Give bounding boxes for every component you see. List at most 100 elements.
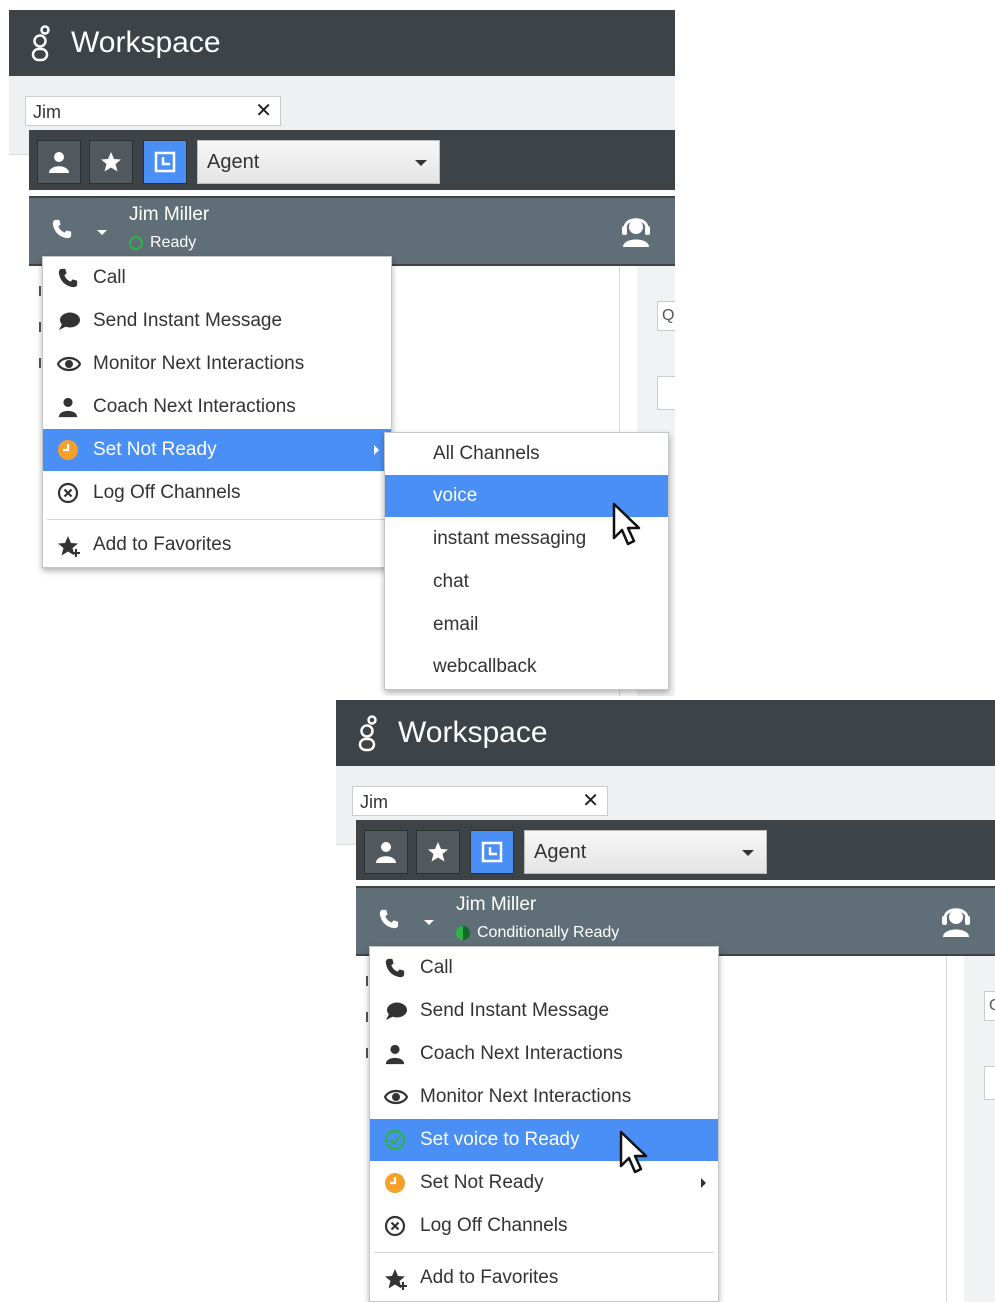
search-tab-text: Jim [33,102,61,122]
menu-item-log-off-channels[interactable]: Log Off Channels [43,472,391,514]
workspace-window-2: Workspace Jim ✕ Agent Jim Miller Conditi… [336,700,995,1302]
list-marker [366,1012,368,1022]
right-search-input[interactable]: Q [657,301,675,331]
menu-item-label: Coach Next Interactions [420,1043,623,1064]
eye-icon [384,1089,408,1105]
menu-item-label: Log Off Channels [420,1215,568,1236]
clock-orange-icon [385,1173,405,1193]
menu-item-set-not-ready[interactable]: Set Not Ready [43,429,391,471]
contact-status: Conditionally Ready [456,924,619,942]
mouse-cursor-icon [612,502,641,546]
menu-item-label: Add to Favorites [420,1267,559,1288]
star-icon [101,152,121,172]
menu-item-log-off-channels[interactable]: Log Off Channels [370,1205,718,1247]
recent-button[interactable] [143,140,187,184]
menu-item-monitor-next-interactions[interactable]: Monitor Next Interactions [370,1076,718,1118]
menu-item-label: Log Off Channels [93,482,241,503]
clock-orange-icon [58,440,78,460]
submenu-item-webcallback[interactable]: webcallback [385,646,668,688]
submenu-item-all-channels[interactable]: All Channels [385,433,668,475]
app-titlebar: Workspace [336,700,995,766]
eye-icon [57,356,81,372]
menu-item-add-to-favorites[interactable]: Add to Favorites [43,524,391,566]
genesys-logo-icon [358,715,377,752]
submenu-item-label: All Channels [433,443,540,464]
person-icon [58,397,78,418]
conditionally-ready-status-icon [456,926,470,940]
menu-item-label: Set voice to Ready [420,1129,580,1150]
phone-icon[interactable] [51,218,73,240]
star-plus-icon [385,1269,407,1290]
app-titlebar: Workspace [9,10,675,76]
menu-separator [47,519,387,520]
menu-item-coach-next-interactions[interactable]: Coach Next Interactions [43,386,391,428]
list-marker [39,286,41,296]
menu-item-label: Call [420,957,453,978]
close-icon[interactable]: ✕ [582,790,599,812]
menu-item-add-to-favorites[interactable]: Add to Favorites [370,1257,718,1299]
menu-item-label: Send Instant Message [420,1000,610,1021]
submenu-item-label: chat [433,571,469,592]
chevron-down-icon[interactable] [97,230,107,235]
chevron-right-icon [374,445,379,455]
app-title: Workspace [71,26,221,59]
menu-item-label: Monitor Next Interactions [93,353,305,374]
menu-item-set-not-ready[interactable]: Set Not Ready [370,1162,718,1204]
recent-clock-icon [481,841,503,863]
contacts-button[interactable] [37,140,81,184]
menu-item-call[interactable]: Call [43,257,391,299]
right-field[interactable] [657,376,675,410]
chevron-right-icon [701,1178,706,1188]
team-toolbar: Agent [29,130,675,190]
agent-select-value: Agent [207,151,260,173]
menu-item-label: Set Not Ready [93,439,217,460]
menu-item-send-instant-message[interactable]: Send Instant Message [43,300,391,342]
phone-icon[interactable] [378,908,400,930]
menu-separator [374,1252,714,1253]
menu-item-label: Call [93,267,126,288]
agent-headset-icon [942,908,970,937]
submenu-item-label: instant messaging [433,528,587,549]
submenu-item-email[interactable]: email [385,604,668,646]
menu-item-send-instant-message[interactable]: Send Instant Message [370,990,718,1032]
menu-item-label: Coach Next Interactions [93,396,296,417]
mouse-cursor-icon [619,1130,648,1174]
contacts-button[interactable] [364,830,408,874]
menu-item-set-voice-to-ready[interactable]: Set voice to Ready [370,1119,718,1161]
contact-status-text: Conditionally Ready [477,924,620,941]
person-icon [385,1044,405,1065]
submenu-item-chat[interactable]: chat [385,561,668,603]
menu-item-label: Monitor Next Interactions [420,1086,632,1107]
right-search-input[interactable]: Q [984,991,995,1021]
contact-status-text: Ready [150,234,197,251]
chat-bubble-icon [386,1002,407,1020]
agent-filter-select[interactable]: Agent [197,140,440,184]
chevron-down-icon[interactable] [424,920,434,925]
chevron-down-icon [415,160,427,166]
recent-button[interactable] [470,830,514,874]
menu-item-monitor-next-interactions[interactable]: Monitor Next Interactions [43,343,391,385]
check-circle-green-icon [384,1129,406,1151]
search-tab-text: Jim [360,792,388,812]
menu-item-call[interactable]: Call [370,947,718,989]
menu-item-coach-next-interactions[interactable]: Coach Next Interactions [370,1033,718,1075]
list-marker [366,1048,368,1058]
search-tab[interactable]: Jim ✕ [25,96,281,126]
agent-headset-icon [622,218,650,247]
contact-action-menu: Call Send Instant Message Coach Next Int… [369,946,719,1302]
list-marker [39,358,41,368]
close-icon[interactable]: ✕ [255,100,272,122]
chevron-down-icon [742,850,754,856]
list-marker [366,976,368,986]
submenu-item-label: email [433,614,479,635]
search-tab[interactable]: Jim ✕ [352,786,608,816]
menu-item-label: Add to Favorites [93,534,232,555]
right-field[interactable] [984,1066,995,1100]
contact-name: Jim Miller [456,894,537,915]
agent-filter-select[interactable]: Agent [524,830,767,874]
favorites-button[interactable] [89,140,133,184]
favorites-button[interactable] [416,830,460,874]
phone-icon [58,268,78,288]
submenu-item-label: webcallback [433,656,537,677]
right-panel: Q [964,956,995,1302]
